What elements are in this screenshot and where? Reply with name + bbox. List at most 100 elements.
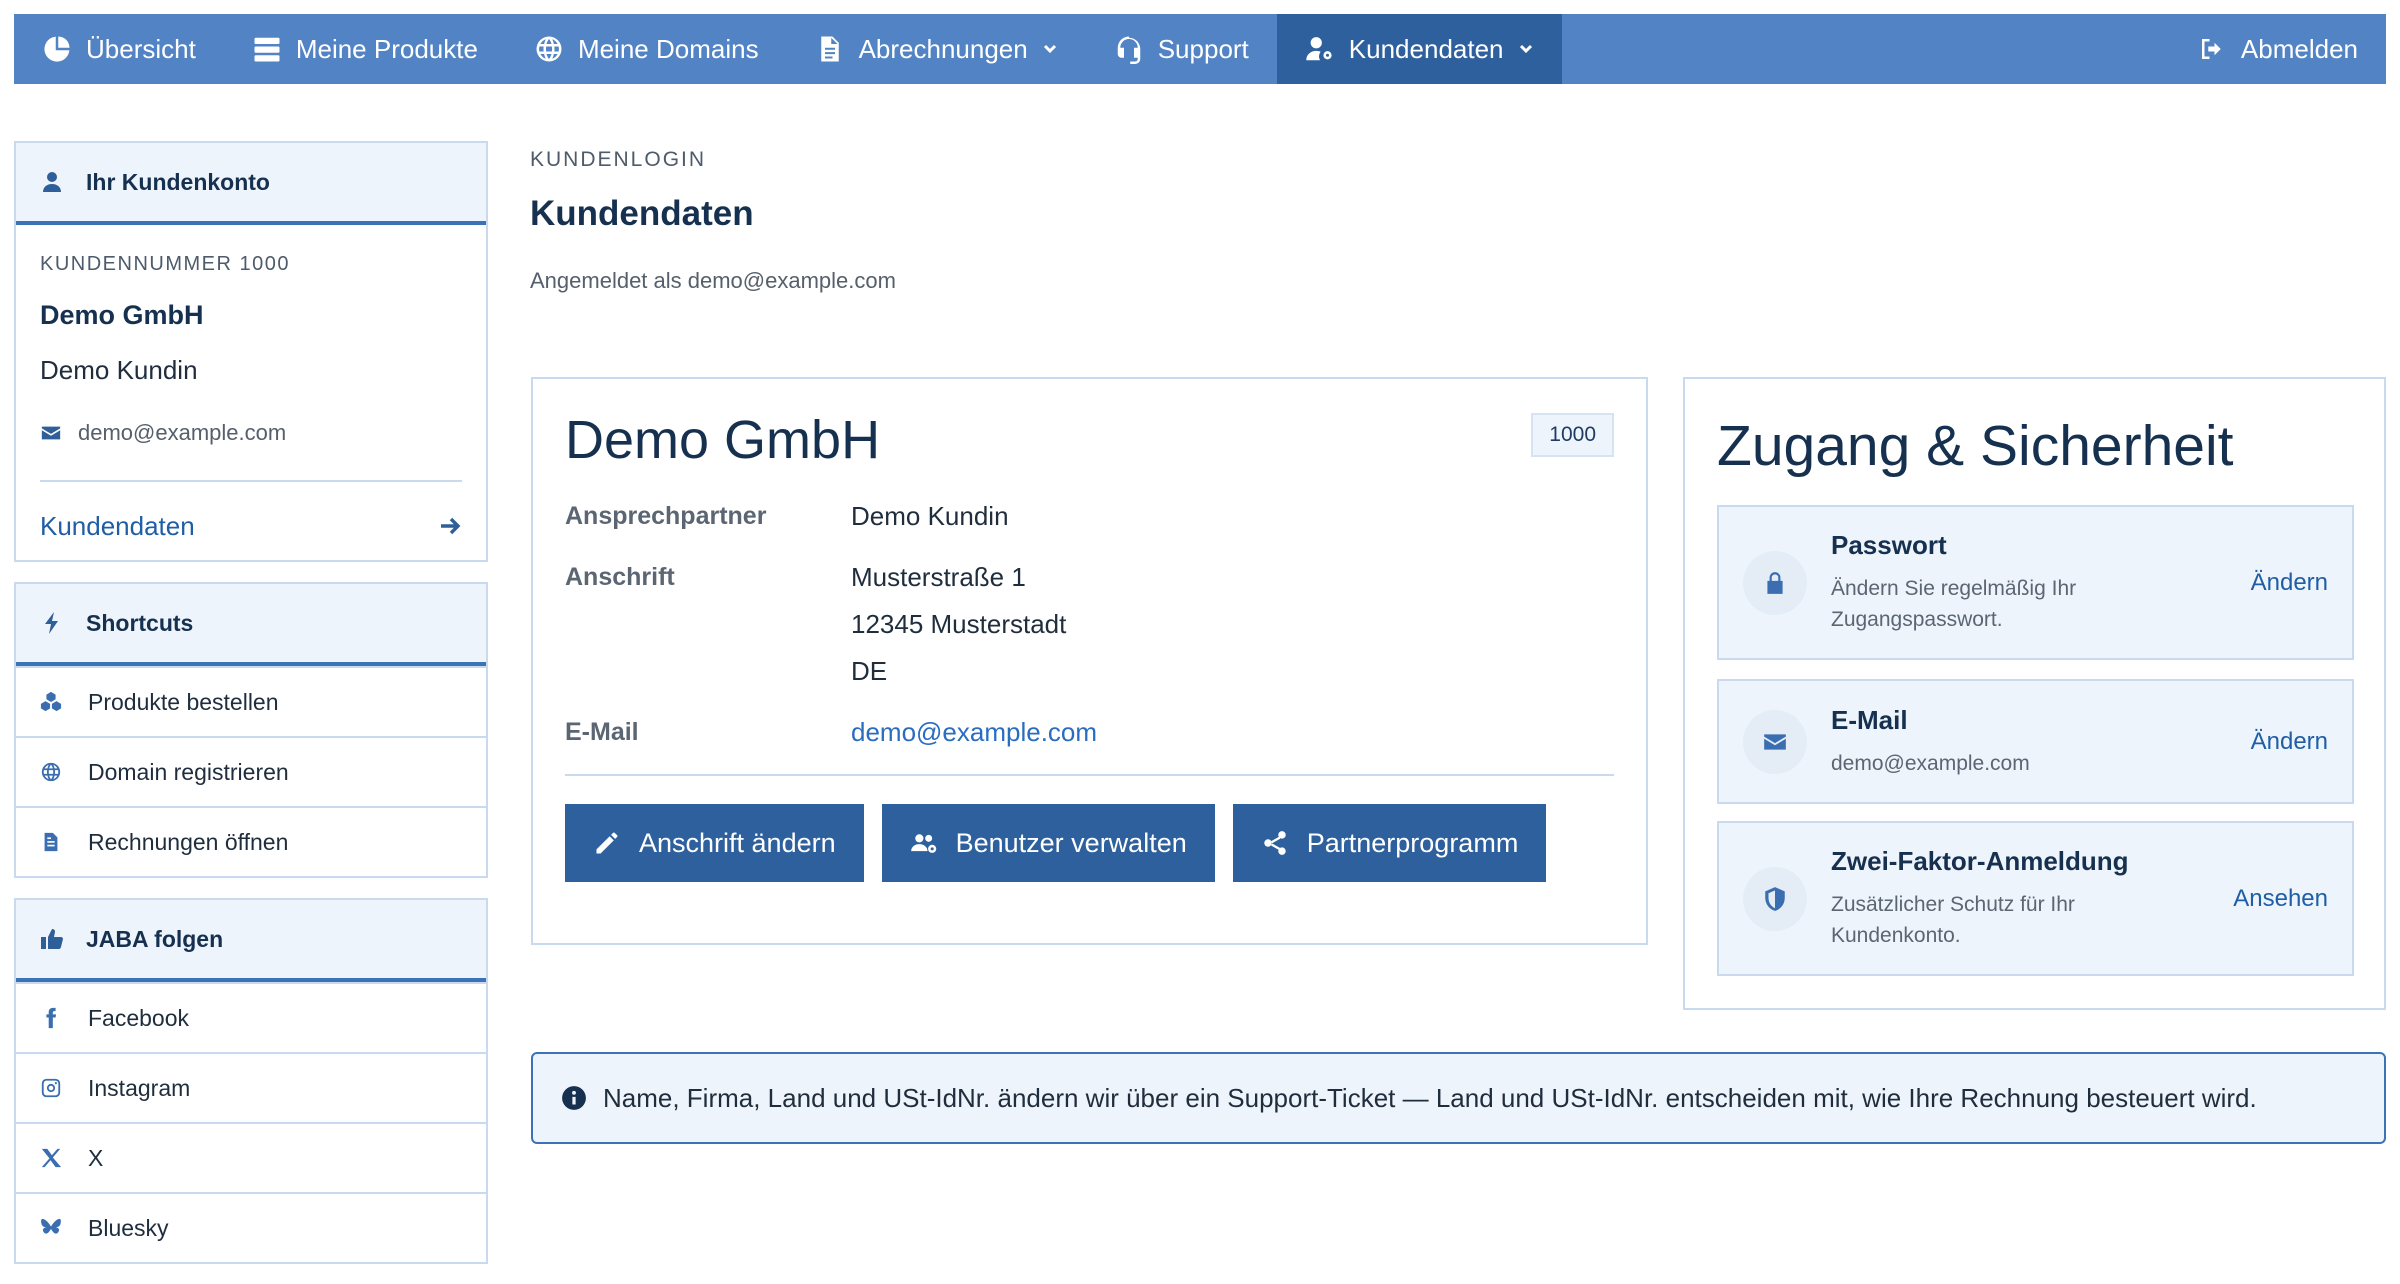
nav-label: Meine Produkte [295, 33, 478, 64]
email-row: E-Mail demo@example.com [565, 709, 1614, 756]
chevron-down-icon [1519, 44, 1532, 54]
logged-in-text: Angemeldet als demo@example.com [530, 268, 896, 293]
main-header: KUNDENLOGIN Kundendaten Angemeldet als d… [530, 148, 896, 294]
follow-label: Facebook [88, 1004, 190, 1031]
customer-card: Demo GmbH 1000 Ansprechpartner Demo Kund… [531, 377, 1648, 945]
globe-icon [536, 36, 562, 62]
envelope-icon [1764, 733, 1786, 750]
follow-panel-title: JABA folgen [86, 925, 224, 952]
divider [565, 774, 1614, 776]
info-text: Name, Firma, Land und USt-IdNr. ändern w… [603, 1082, 2257, 1113]
partner-program-button[interactable]: Partnerprogramm [1232, 804, 1547, 882]
email-link[interactable]: demo@example.com [851, 717, 1097, 747]
follow-instagram[interactable]: Instagram [16, 1052, 486, 1122]
logout-icon [2201, 39, 2221, 59]
security-desc: Zusätzlicher Schutz für Ihr Kundenkonto. [1831, 893, 2075, 947]
pie-chart-icon [44, 36, 70, 62]
address-line: Musterstraße 1 [851, 562, 1026, 592]
security-text: Passwort Ändern Sie regelmäßig Ihr Zugan… [1831, 530, 2241, 635]
customer-company: Demo GmbH [565, 410, 881, 470]
facebook-icon [46, 1007, 57, 1029]
change-password-link[interactable]: Ändern [2251, 569, 2328, 597]
nav-label: Abmelden [2240, 33, 2358, 64]
security-desc: Ändern Sie regelmäßig Ihr Zugangspasswor… [1831, 577, 2077, 631]
security-text: E-Mail demo@example.com [1831, 705, 2241, 779]
nav-label: Meine Domains [577, 33, 759, 64]
security-label: Zwei-Faktor-Anmeldung [1831, 846, 2129, 876]
view-two-factor-link[interactable]: Ansehen [2233, 885, 2328, 913]
security-title: Zugang & Sicherheit [1717, 414, 2234, 478]
account-email-text: demo@example.com [78, 420, 287, 445]
address-label: Anschrift [565, 563, 675, 591]
lock-icon [1767, 571, 1783, 594]
nav-label: Kundendaten [1348, 33, 1504, 64]
shield-icon [1765, 886, 1785, 911]
x-icon [41, 1148, 62, 1168]
instagram-icon [41, 1078, 61, 1098]
follow-label: Instagram [88, 1074, 191, 1101]
address-line: DE [851, 656, 888, 686]
thumbs-up-icon [41, 929, 63, 949]
user-gear-icon [1306, 37, 1332, 61]
nav-uebersicht[interactable]: Übersicht [14, 14, 224, 84]
nav-label: Abrechnungen [858, 33, 1028, 64]
shortcut-rechnungen-oeffnen[interactable]: Rechnungen öffnen [16, 806, 486, 876]
contact-row: Ansprechpartner Demo Kundin [565, 493, 1614, 540]
cubes-icon [40, 691, 62, 712]
nav-meine-produkte[interactable]: Meine Produkte [224, 14, 506, 84]
follow-bluesky[interactable]: Bluesky [16, 1192, 486, 1262]
icon-circle [1743, 550, 1807, 615]
info-notice: Name, Firma, Land und USt-IdNr. ändern w… [531, 1052, 2386, 1144]
nav-abmelden[interactable]: Abmelden [2169, 14, 2386, 84]
shortcut-domain-registrieren[interactable]: Domain registrieren [16, 736, 486, 806]
follow-x[interactable]: X [16, 1122, 486, 1192]
follow-panel: JABA folgen Facebook Instagram X Bluesky [14, 898, 488, 1264]
page-title: Kundendaten [530, 194, 754, 233]
kundendaten-link[interactable]: Kundendaten [40, 482, 462, 542]
security-email: E-Mail demo@example.com Ändern [1717, 679, 2354, 804]
change-address-button[interactable]: Anschrift ändern [565, 804, 864, 882]
customer-number-badge: 1000 [1531, 413, 1614, 457]
change-email-link[interactable]: Ändern [2251, 728, 2328, 756]
contact-value: Demo Kundin [851, 501, 1009, 531]
pencil-icon [596, 832, 618, 854]
sidebar: Ihr Kundenkonto KUNDENNUMMER 1000 Demo G… [14, 141, 488, 1284]
follow-label: X [88, 1144, 104, 1171]
headset-icon [1117, 36, 1140, 64]
info-icon [562, 1086, 586, 1110]
page-kicker: KUNDENLOGIN [530, 148, 707, 171]
nav-abrechnungen[interactable]: Abrechnungen [787, 14, 1086, 84]
account-person: Demo Kundin [40, 355, 198, 385]
icon-circle [1743, 709, 1807, 774]
security-label: Passwort [1831, 530, 1947, 560]
bluesky-icon [41, 1218, 61, 1234]
nav-kundendaten[interactable]: Kundendaten [1276, 14, 1562, 84]
shortcut-label: Rechnungen öffnen [88, 828, 289, 855]
top-navigation: Übersicht Meine Produkte Meine Domains A… [14, 14, 2386, 84]
address-row: Anschrift Musterstraße 1 12345 Mustersta… [565, 554, 1614, 695]
account-company: Demo GmbH [40, 300, 204, 330]
icon-circle [1743, 866, 1807, 931]
shortcuts-panel-title: Shortcuts [86, 609, 194, 636]
account-panel-title: Ihr Kundenkonto [86, 168, 270, 195]
shortcuts-panel-header: Shortcuts [16, 584, 486, 666]
button-label: Partnerprogramm [1306, 827, 1519, 858]
chevron-down-icon [1043, 44, 1056, 54]
shortcut-produkte-bestellen[interactable]: Produkte bestellen [16, 666, 486, 736]
globe-icon [41, 762, 61, 782]
nav-support[interactable]: Support [1086, 14, 1277, 84]
envelope-icon [41, 426, 61, 440]
manage-users-button[interactable]: Benutzer verwalten [881, 804, 1215, 882]
customer-number-label: KUNDENNUMMER 1000 [40, 253, 290, 275]
button-label: Anschrift ändern [639, 827, 836, 858]
account-email: demo@example.com [40, 420, 462, 446]
nav-label: Übersicht [86, 33, 196, 64]
follow-panel-header: JABA folgen [16, 900, 486, 982]
follow-facebook[interactable]: Facebook [16, 982, 486, 1052]
users-gear-icon [910, 834, 936, 853]
nav-meine-domains[interactable]: Meine Domains [506, 14, 787, 84]
security-card: Zugang & Sicherheit Passwort Ändern Sie … [1683, 377, 2386, 1010]
arrow-right-icon [441, 517, 461, 535]
security-password: Passwort Ändern Sie regelmäßig Ihr Zugan… [1717, 505, 2354, 660]
